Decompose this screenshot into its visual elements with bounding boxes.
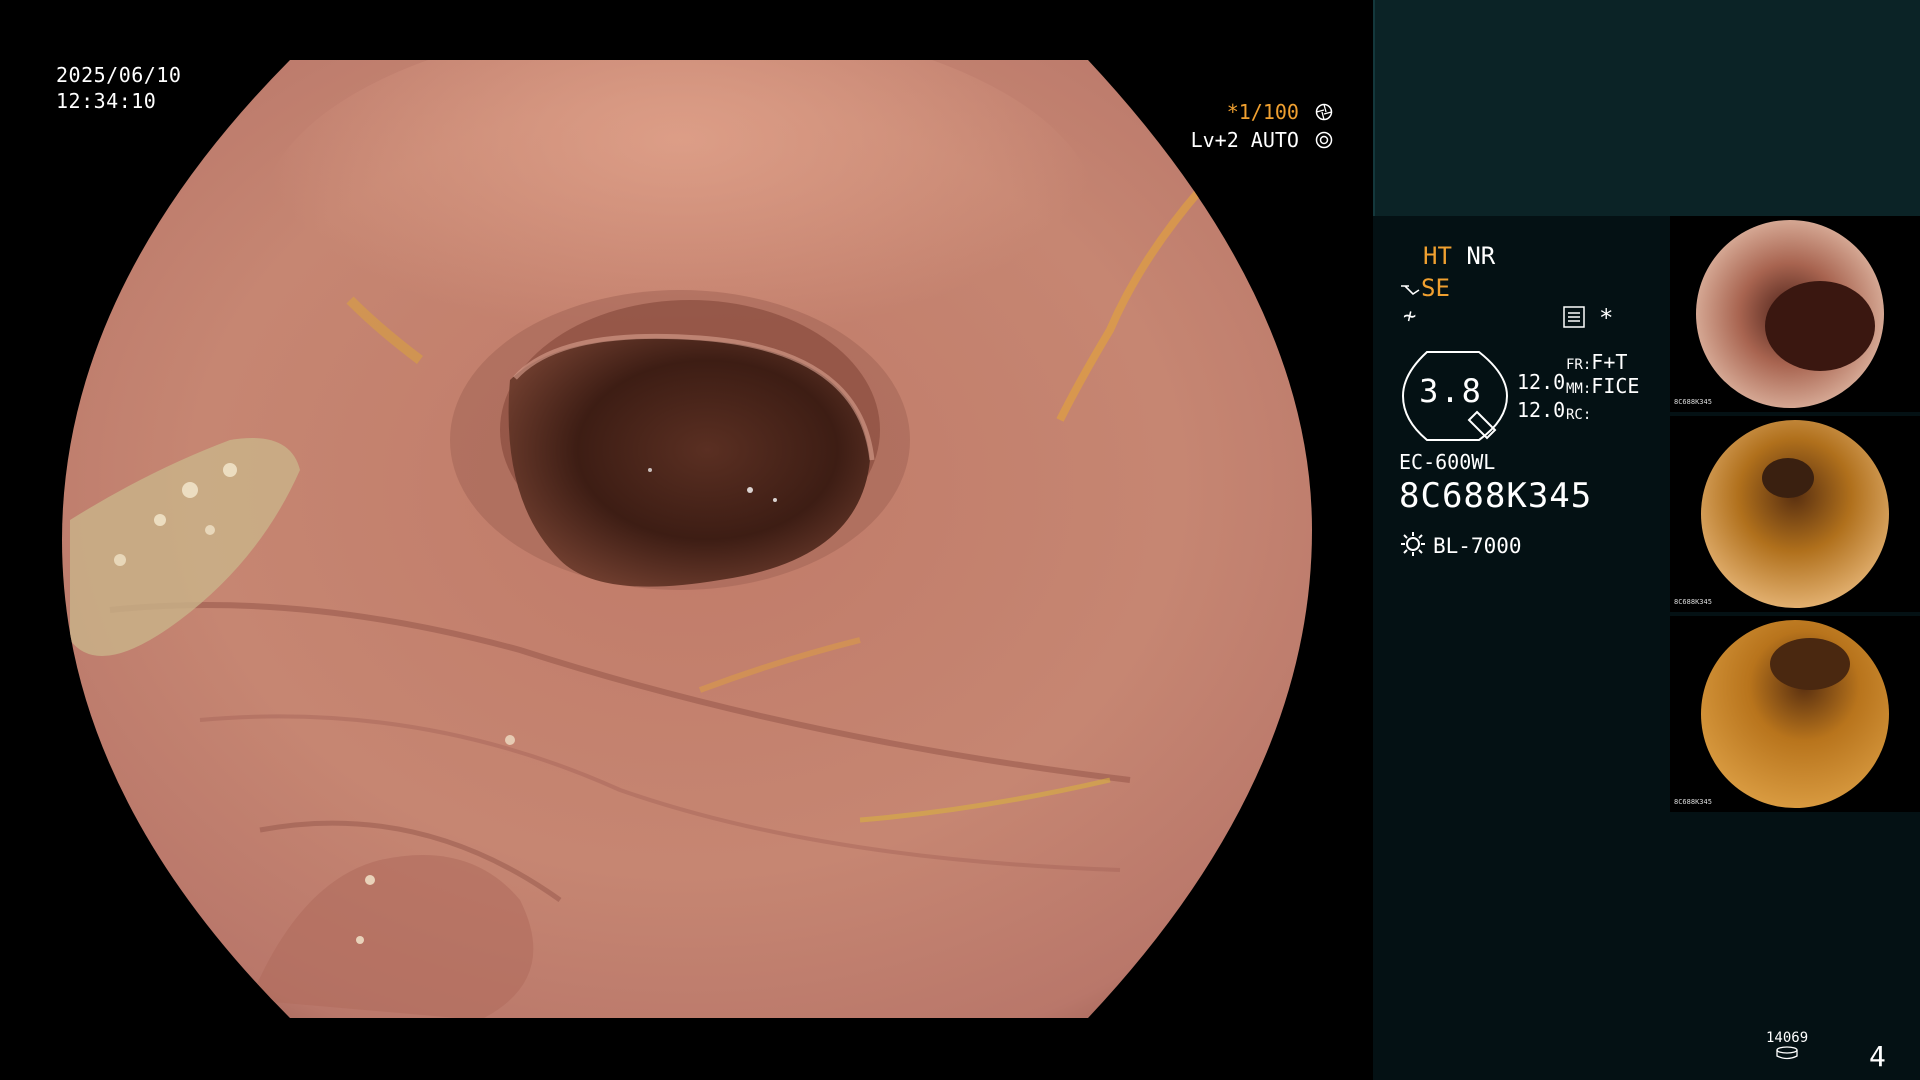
se-row: SE [1399,274,1450,302]
star-marker: * [1599,304,1614,332]
thumbnail-1-id: 8C688K345 [1674,398,1712,406]
enhance-glyph: ≁ [1403,304,1417,329]
fr-label: FR: [1566,357,1592,373]
date-text: 2025/06/10 [56,63,182,87]
thumbnail-2[interactable]: 8C688K345 [1670,416,1920,612]
light-source-label: BL-7000 [1433,534,1522,558]
iris-text: Lv+2 AUTO [1190,128,1299,152]
panel-header-area [1373,0,1920,216]
thumbnail-2-id: 8C688K345 [1674,598,1712,606]
mm-row: MM:FICE [1566,374,1639,398]
rc-label: RC: [1566,407,1592,423]
nr-label: NR [1466,242,1496,270]
thumbnail-3-id: 8C688K345 [1674,798,1712,806]
gauge-value: 3.8 [1419,372,1483,410]
storage-count: 14069 [1766,1030,1809,1046]
storage-icon [1776,1046,1798,1060]
page-number: 4 [1869,1040,1886,1073]
thumbnail-1[interactable]: 8C688K345 [1670,216,1920,412]
light-source-icon [1401,532,1425,556]
endoscope-view: 2025/06/10 12:34:10 *1/100 Lv+2 AUTO [0,0,1373,1080]
rc-row: RC: [1566,400,1591,424]
shutter-text: *1/100 [1226,100,1299,124]
value-b: 12.0 [1517,398,1566,422]
info-panel: HT NR SE ≁ * 3.8 12.0 12.0 FR:F+T MM:FIC… [1373,0,1920,1080]
structure-enhance-icon [1401,285,1420,296]
date-time: 2025/06/10 12:34:10 [56,62,181,114]
mm-value: FICE [1591,374,1640,398]
ht-nr-row: HT NR [1423,242,1495,270]
scope-model: EC-600WL [1399,450,1496,474]
storage-indicator: 14069 [1766,1030,1808,1064]
iris-icon [1315,131,1333,149]
light-source-row: BL-7000 [1399,530,1522,558]
fr-row: FR:F+T [1566,350,1627,374]
menu-icon [1563,306,1585,328]
ht-label: HT [1423,242,1452,270]
fr-value: F+T [1591,350,1628,374]
mm-label: MM: [1566,381,1592,397]
exposure-info: *1/100 Lv+2 AUTO [1191,98,1333,154]
scope-serial: 8C688K345 [1399,476,1593,516]
time-text: 12:34:10 [56,89,157,113]
endoscope-image [62,60,1312,1018]
se-label: SE [1421,274,1450,302]
value-a: 12.0 [1517,370,1566,394]
thumbnail-3[interactable]: 8C688K345 [1670,616,1920,812]
shutter-icon [1315,103,1333,121]
